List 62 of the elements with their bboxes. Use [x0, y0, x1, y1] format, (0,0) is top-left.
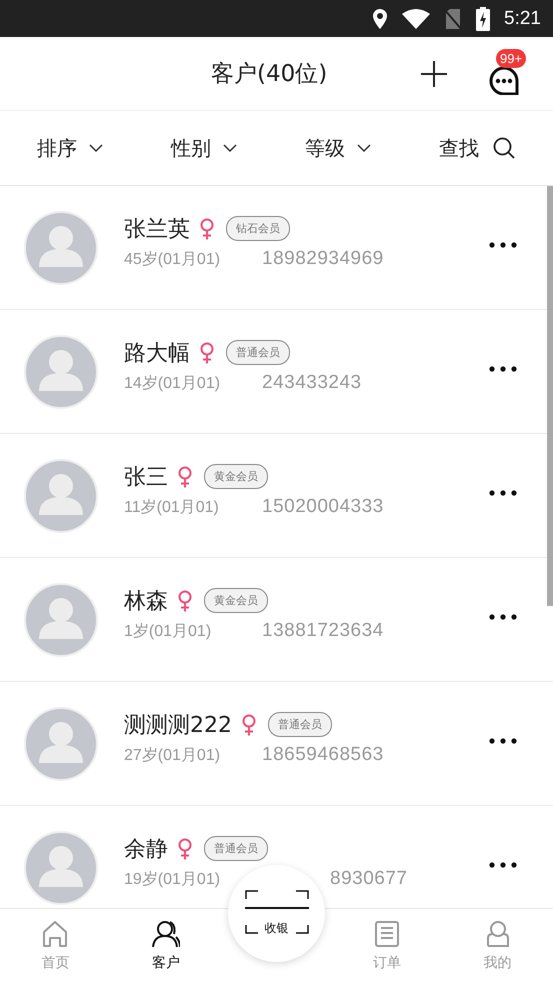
customer-name: 测测测222: [124, 712, 232, 740]
scan-frame-icon: [244, 890, 308, 934]
membership-tag: 黄金会员: [204, 464, 268, 489]
ellipsis-icon: [489, 366, 517, 372]
phone-number: 243433243: [262, 372, 362, 394]
scrollbar[interactable]: [547, 186, 553, 606]
chevron-down-icon: [357, 144, 371, 152]
search-icon: [493, 137, 515, 159]
ellipsis-icon: [489, 242, 517, 248]
filter-button[interactable]: 性别: [171, 128, 237, 168]
checkout-button[interactable]: 收银: [228, 865, 325, 962]
age-birthday: 14岁(01月01): [124, 374, 222, 394]
ellipsis-icon: [489, 738, 517, 744]
add-button[interactable]: [419, 59, 449, 89]
female-icon: [200, 342, 214, 364]
phone-number: 8930677: [330, 868, 408, 890]
age-birthday: 27岁(01月01): [124, 746, 222, 766]
age-birthday: 11岁(01月01): [124, 498, 220, 518]
membership-tag: 钻石会员: [226, 216, 290, 241]
customer-name: 余静: [124, 836, 168, 864]
customer-name: 张三: [124, 464, 168, 492]
membership-tag: 普通会员: [226, 340, 290, 365]
plus-icon: [419, 59, 449, 89]
people-icon: [152, 920, 180, 948]
messages-button[interactable]: 99+: [484, 49, 524, 99]
female-icon: [178, 590, 192, 612]
age-birthday: 45岁(01月01): [124, 250, 222, 270]
phone-number: 18982934969: [262, 248, 384, 270]
filter-button[interactable]: 排序: [37, 128, 103, 168]
filter-button[interactable]: 等级: [305, 128, 371, 168]
chevron-down-icon: [89, 144, 103, 152]
page-title: 客户(40位): [211, 60, 328, 89]
membership-tag: 普通会员: [204, 836, 268, 861]
filter-button[interactable]: 查找: [439, 128, 515, 168]
membership-tag: 黄金会员: [204, 588, 268, 613]
chat-bubble-icon: [487, 65, 521, 95]
document-icon: [372, 920, 401, 948]
age-birthday: 1岁(01月01): [124, 622, 212, 642]
ellipsis-icon: [489, 614, 517, 620]
female-icon: [242, 714, 256, 736]
battery-icon: [476, 6, 490, 30]
chevron-down-icon: [223, 144, 237, 152]
clock-time: 5:21: [504, 8, 541, 30]
phone-number: 13881723634: [262, 620, 384, 642]
phone-number: 18659468563: [262, 744, 384, 766]
no-sim-icon: [444, 8, 462, 30]
ellipsis-icon: [489, 862, 517, 868]
age-birthday: 19岁(01月01): [124, 870, 222, 890]
notification-badge: 99+: [496, 49, 526, 68]
home-icon: [41, 920, 70, 948]
wifi-icon: [402, 8, 430, 28]
location-icon: [372, 8, 388, 30]
membership-tag: 普通会员: [268, 712, 332, 737]
female-icon: [178, 466, 192, 488]
phone-number: 15020004333: [262, 496, 384, 518]
customer-name: 路大幅: [124, 340, 190, 368]
nav-tab[interactable]: 客户: [110, 909, 222, 983]
ellipsis-icon: [489, 490, 517, 496]
female-icon: [200, 218, 214, 240]
female-icon: [178, 838, 192, 860]
customer-name: 林森: [124, 588, 168, 616]
customer-name: 张兰英: [124, 216, 190, 244]
